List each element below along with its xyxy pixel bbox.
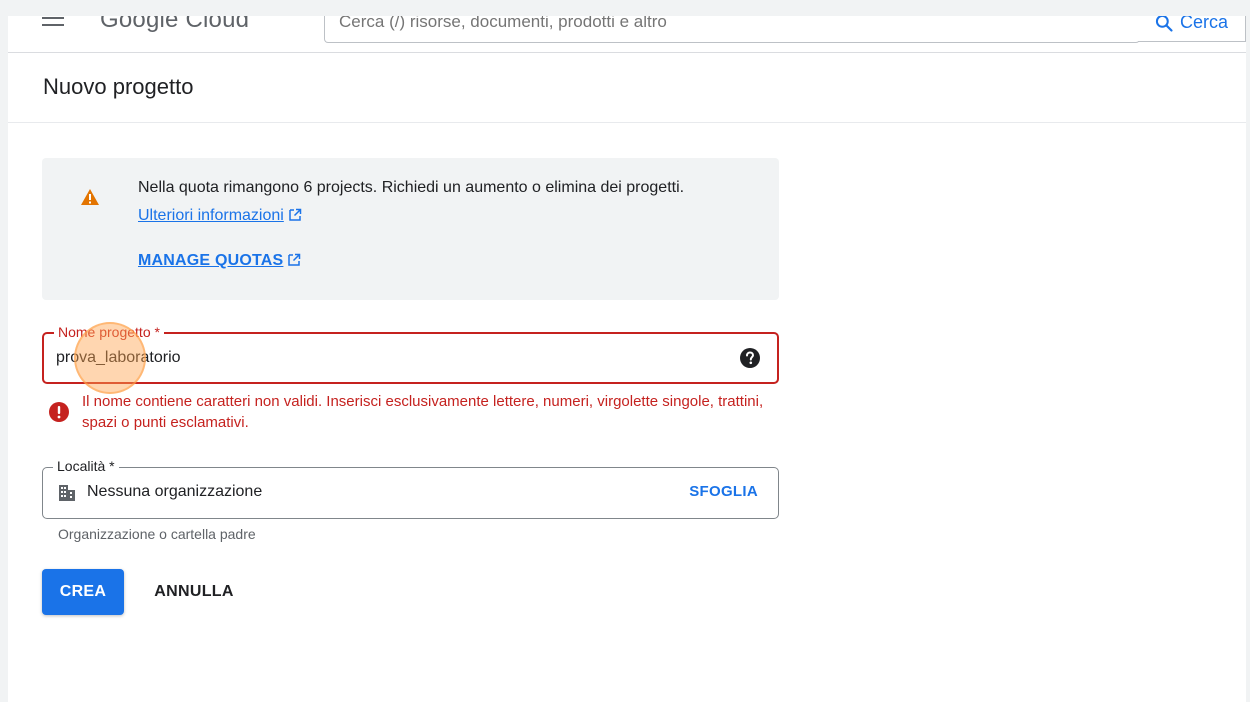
title-divider xyxy=(8,122,1246,123)
more-info-link[interactable]: Ulteriori informazioni xyxy=(138,207,284,224)
app-frame: Google Cloud Cerca Nuovo progetto Nella … xyxy=(8,16,1246,702)
error-message: Il nome contiene caratteri non validi. I… xyxy=(82,393,764,431)
search-box[interactable] xyxy=(324,16,1140,43)
location-value: Nessuna organizzazione xyxy=(87,483,263,500)
project-name-input[interactable] xyxy=(56,346,716,370)
quota-warning-message: Nella quota rimangono 6 projects. Richie… xyxy=(138,179,685,196)
error-circle-icon xyxy=(49,402,69,422)
search-button-label: Cerca xyxy=(1180,16,1229,32)
google-cloud-logo[interactable]: Google Cloud xyxy=(100,16,249,34)
organization-building-icon xyxy=(59,485,75,501)
search-button[interactable]: Cerca xyxy=(1138,16,1246,42)
browse-button[interactable]: SFOGLIA xyxy=(689,483,758,500)
location-field[interactable]: Località * Nessuna organizzazione SFOGLI… xyxy=(42,458,779,519)
create-button[interactable]: CREA xyxy=(42,569,124,615)
project-name-field[interactable]: Nome progetto * xyxy=(42,324,779,384)
manage-quotas-label: MANAGE QUOTAS xyxy=(138,252,284,269)
quota-warning-panel: Nella quota rimangono 6 projects. Richie… xyxy=(42,158,779,300)
quota-warning-text: Nella quota rimangono 6 projects. Richie… xyxy=(138,174,738,230)
search-input[interactable] xyxy=(339,16,1119,36)
hamburger-menu-icon[interactable] xyxy=(42,16,66,34)
external-link-icon xyxy=(288,253,301,266)
top-bar: Google Cloud Cerca xyxy=(8,16,1246,53)
project-name-label: Nome progetto * xyxy=(54,324,164,340)
manage-quotas-link[interactable]: MANAGE QUOTAS xyxy=(138,252,301,270)
cancel-button[interactable]: ANNULLA xyxy=(144,569,244,615)
location-hint: Organizzazione o cartella padre xyxy=(58,526,256,542)
external-link-icon xyxy=(289,208,302,221)
page-title: Nuovo progetto xyxy=(43,74,194,99)
more-info-link-label: Ulteriori informazioni xyxy=(138,207,284,224)
warning-triangle-icon xyxy=(81,189,99,205)
logo-text: Google Cloud xyxy=(100,16,250,33)
search-icon xyxy=(1155,16,1173,32)
help-circle-icon[interactable] xyxy=(739,347,761,369)
location-label: Località * xyxy=(53,458,119,474)
